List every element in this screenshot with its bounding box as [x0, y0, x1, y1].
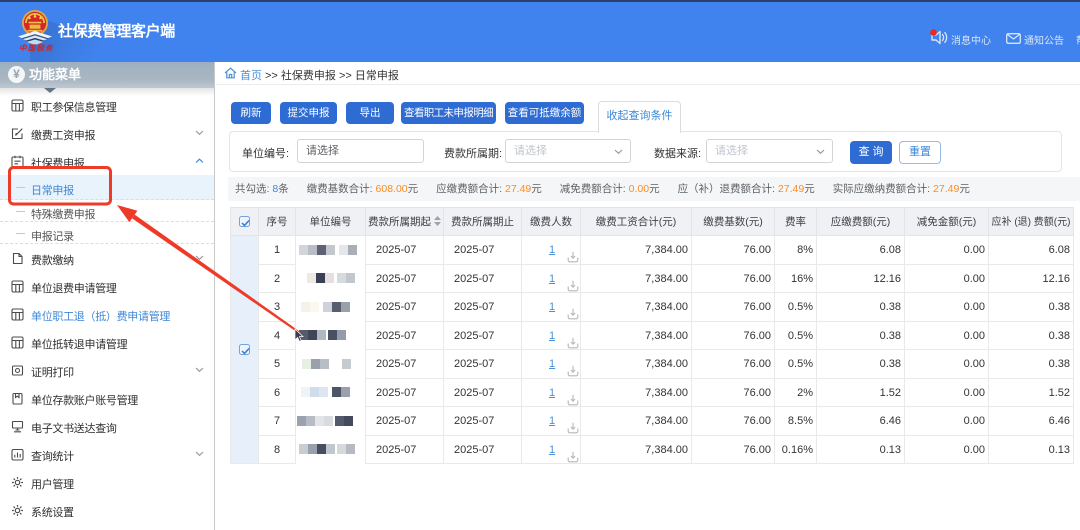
svg-text:中国税务: 中国税务 [19, 44, 54, 53]
